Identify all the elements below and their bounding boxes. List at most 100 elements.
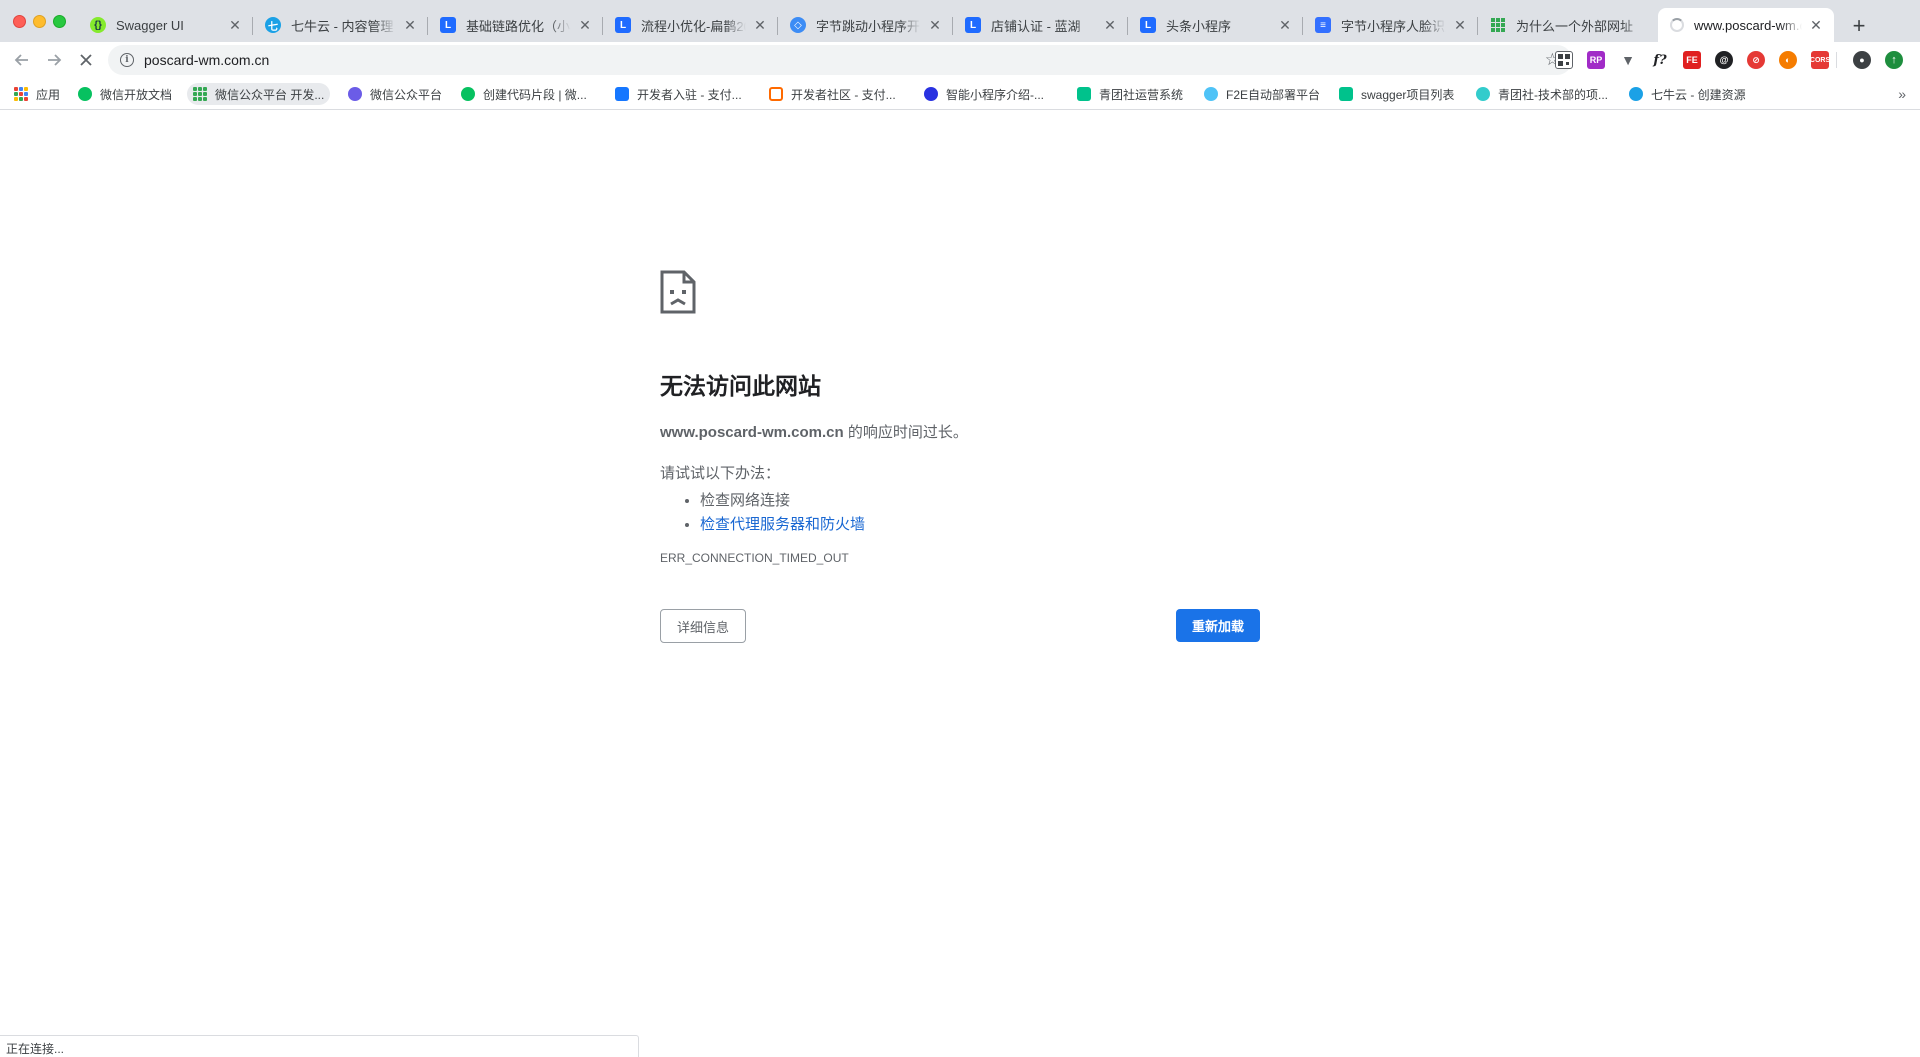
error-desc-suffix: 的响应时间过长。 bbox=[843, 424, 968, 441]
dark-circle-extension-icon[interactable]: @ bbox=[1715, 51, 1733, 69]
bookmark-baidu-smart[interactable]: 智能小程序介绍-... bbox=[918, 83, 1050, 105]
tab-swagger-ui[interactable]: {} Swagger UI ✕ bbox=[78, 8, 253, 42]
close-icon[interactable]: ✕ bbox=[927, 17, 943, 33]
address-bar[interactable]: i poscard-wm.com.cn ☆ bbox=[108, 45, 1572, 75]
tab-title: 字节跳动小程序开发 bbox=[816, 18, 921, 34]
suggestion-check-proxy-link[interactable]: 检查代理服务器和防火墙 bbox=[700, 516, 865, 533]
chevron-double-right-icon[interactable]: » bbox=[1898, 86, 1906, 102]
list-item: 检查网络连接 bbox=[700, 489, 1260, 513]
lanhu-icon: L bbox=[1140, 17, 1156, 33]
qiniu-icon bbox=[1629, 87, 1643, 101]
bookmark-swagger-list[interactable]: swagger项目列表 bbox=[1333, 83, 1460, 105]
qts-icon bbox=[1077, 87, 1091, 101]
bookmark-label: 应用 bbox=[36, 87, 61, 102]
bookmark-wechat-mp[interactable]: 微信公众平台 bbox=[342, 83, 448, 105]
vue-devtools-icon[interactable]: ▼ bbox=[1619, 51, 1637, 69]
bookmark-label: F2E自动部署平台 bbox=[1226, 87, 1321, 102]
bookmark-f2e-deploy[interactable]: F2E自动部署平台 bbox=[1198, 83, 1326, 105]
function-extension-icon[interactable]: f? bbox=[1651, 51, 1669, 69]
stop-loading-button[interactable] bbox=[72, 46, 100, 74]
tab-title: 为什么一个外部网址 bbox=[1516, 18, 1634, 34]
bookmark-label: 青团社运营系统 bbox=[1099, 87, 1184, 102]
lanhu-icon: L bbox=[965, 17, 981, 33]
sad-document-icon bbox=[660, 270, 696, 314]
forward-button[interactable] bbox=[40, 46, 68, 74]
bookmark-label: 微信公众平台 bbox=[370, 87, 443, 102]
bookmark-alipay-dev[interactable]: 开发者入驻 - 支付... bbox=[609, 83, 748, 105]
close-icon[interactable]: ✕ bbox=[1102, 17, 1118, 33]
tab-qiniu-content[interactable]: 七 七牛云 - 内容管理 ✕ bbox=[253, 8, 428, 42]
loading-icon bbox=[1670, 18, 1684, 32]
update-icon[interactable]: ↑ bbox=[1885, 51, 1903, 69]
arrow-right-icon bbox=[48, 54, 62, 66]
bookmark-qiniu-create[interactable]: 七牛云 - 创建资源 bbox=[1623, 83, 1752, 105]
tab-title: 基础链路优化（小程 bbox=[466, 18, 571, 34]
page-title: 无法访问此网站 bbox=[660, 373, 821, 399]
close-icon[interactable]: ✕ bbox=[1808, 17, 1824, 33]
wechat-icon bbox=[461, 87, 475, 101]
tab-bytedance-dev[interactable]: ◇ 字节跳动小程序开发 ✕ bbox=[778, 8, 953, 42]
code-icon bbox=[769, 87, 783, 101]
qts-icon bbox=[1476, 87, 1490, 101]
fe-helper-icon[interactable]: FE bbox=[1683, 51, 1701, 69]
grid-icon bbox=[1490, 17, 1506, 33]
close-icon[interactable]: ✕ bbox=[752, 17, 768, 33]
tab-title: 头条小程序 bbox=[1166, 18, 1232, 34]
adblock-icon[interactable]: ⊘ bbox=[1747, 51, 1765, 69]
bookmark-label: 微信公众平台 开发... bbox=[215, 87, 325, 102]
tab-face-recognition[interactable]: ≡ 字节小程序人脸识别 ✕ bbox=[1303, 8, 1478, 42]
bookmark-label: 青团社-技术部的项... bbox=[1498, 87, 1608, 102]
back-button[interactable] bbox=[8, 46, 36, 74]
tab-toutiao[interactable]: L 头条小程序 ✕ bbox=[1128, 8, 1303, 42]
info-icon[interactable]: i bbox=[120, 53, 134, 67]
tab-lanhu-2[interactable]: L 流程小优化-扁鹊202 ✕ bbox=[603, 8, 778, 42]
tab-title: 流程小优化-扁鹊202 bbox=[641, 18, 746, 34]
tab-lanhu-shop[interactable]: L 店铺认证 - 蓝湖 ✕ bbox=[953, 8, 1128, 42]
new-tab-button[interactable]: + bbox=[1845, 12, 1873, 40]
reload-button[interactable]: 重新加载 bbox=[1176, 609, 1260, 642]
suggestion-list: 检查网络连接 检查代理服务器和防火墙 bbox=[660, 489, 1260, 537]
alipay-icon bbox=[615, 87, 629, 101]
tab-external-url[interactable]: 为什么一个外部网址 bbox=[1478, 8, 1658, 42]
bookmark-qts-tech[interactable]: 青团社-技术部的项... bbox=[1470, 83, 1614, 105]
tab-title: 店铺认证 - 蓝湖 bbox=[991, 18, 1081, 34]
arrow-left-icon bbox=[14, 54, 28, 66]
status-bubble: 正在连接... bbox=[0, 1035, 639, 1057]
close-icon[interactable]: ✕ bbox=[1277, 17, 1293, 33]
details-button[interactable]: 详细信息 bbox=[660, 609, 746, 643]
window-zoom-button[interactable] bbox=[53, 15, 66, 28]
bookmark-label: 智能小程序介绍-... bbox=[946, 87, 1044, 102]
error-page: 无法访问此网站 www.poscard-wm.com.cn 的响应时间过长。 请… bbox=[660, 270, 1260, 565]
bookmark-label: 开发者入驻 - 支付... bbox=[637, 87, 742, 102]
browser-toolbar: i poscard-wm.com.cn ☆ RP ▼ f? FE @ ⊘ ◐ C… bbox=[0, 42, 1920, 78]
close-icon[interactable]: ✕ bbox=[227, 17, 243, 33]
close-icon[interactable]: ✕ bbox=[1452, 17, 1468, 33]
avatar[interactable]: ● bbox=[1853, 51, 1871, 69]
orange-extension-icon[interactable]: ◐ bbox=[1779, 51, 1797, 69]
bookmark-apps[interactable]: 应用 bbox=[8, 83, 66, 105]
bookmarks-bar: 应用 微信开放文档 微信公众平台 开发... 微信公众平台 创建代码片段 | 微… bbox=[0, 78, 1920, 110]
address-url: poscard-wm.com.cn bbox=[144, 52, 270, 68]
bytedance-icon: ◇ bbox=[790, 17, 806, 33]
bookmark-wechat-mp-dev[interactable]: 微信公众平台 开发... bbox=[187, 83, 331, 105]
window-minimize-button[interactable] bbox=[33, 15, 46, 28]
tab-lanhu-1[interactable]: L 基础链路优化（小程 ✕ bbox=[428, 8, 603, 42]
bookmark-label: 开发者社区 - 支付... bbox=[791, 87, 896, 102]
baidu-icon bbox=[924, 87, 938, 101]
f2e-icon bbox=[1204, 87, 1218, 101]
qr-code-extension-icon[interactable] bbox=[1555, 51, 1573, 69]
window-close-button[interactable] bbox=[13, 15, 26, 28]
rp-extension-icon[interactable]: RP bbox=[1587, 51, 1605, 69]
stop-icon bbox=[80, 54, 92, 66]
tab-title: 字节小程序人脸识别 bbox=[1341, 18, 1446, 34]
close-icon[interactable]: ✕ bbox=[577, 17, 593, 33]
bookmark-wechat-docs[interactable]: 微信开放文档 bbox=[72, 83, 178, 105]
close-icon[interactable]: ✕ bbox=[402, 17, 418, 33]
bookmark-code-snippet[interactable]: 创建代码片段 | 微... bbox=[455, 83, 593, 105]
bookmark-qts-ops[interactable]: 青团社运营系统 bbox=[1071, 83, 1189, 105]
bookmark-alipay-community[interactable]: 开发者社区 - 支付... bbox=[763, 83, 902, 105]
swagger-icon: {} bbox=[90, 17, 106, 33]
bookmark-label: 微信开放文档 bbox=[100, 87, 173, 102]
tab-active-poscard[interactable]: www.poscard-wm.com.cn ✕ bbox=[1658, 8, 1834, 42]
cors-extension-icon[interactable]: CORS bbox=[1810, 51, 1830, 69]
